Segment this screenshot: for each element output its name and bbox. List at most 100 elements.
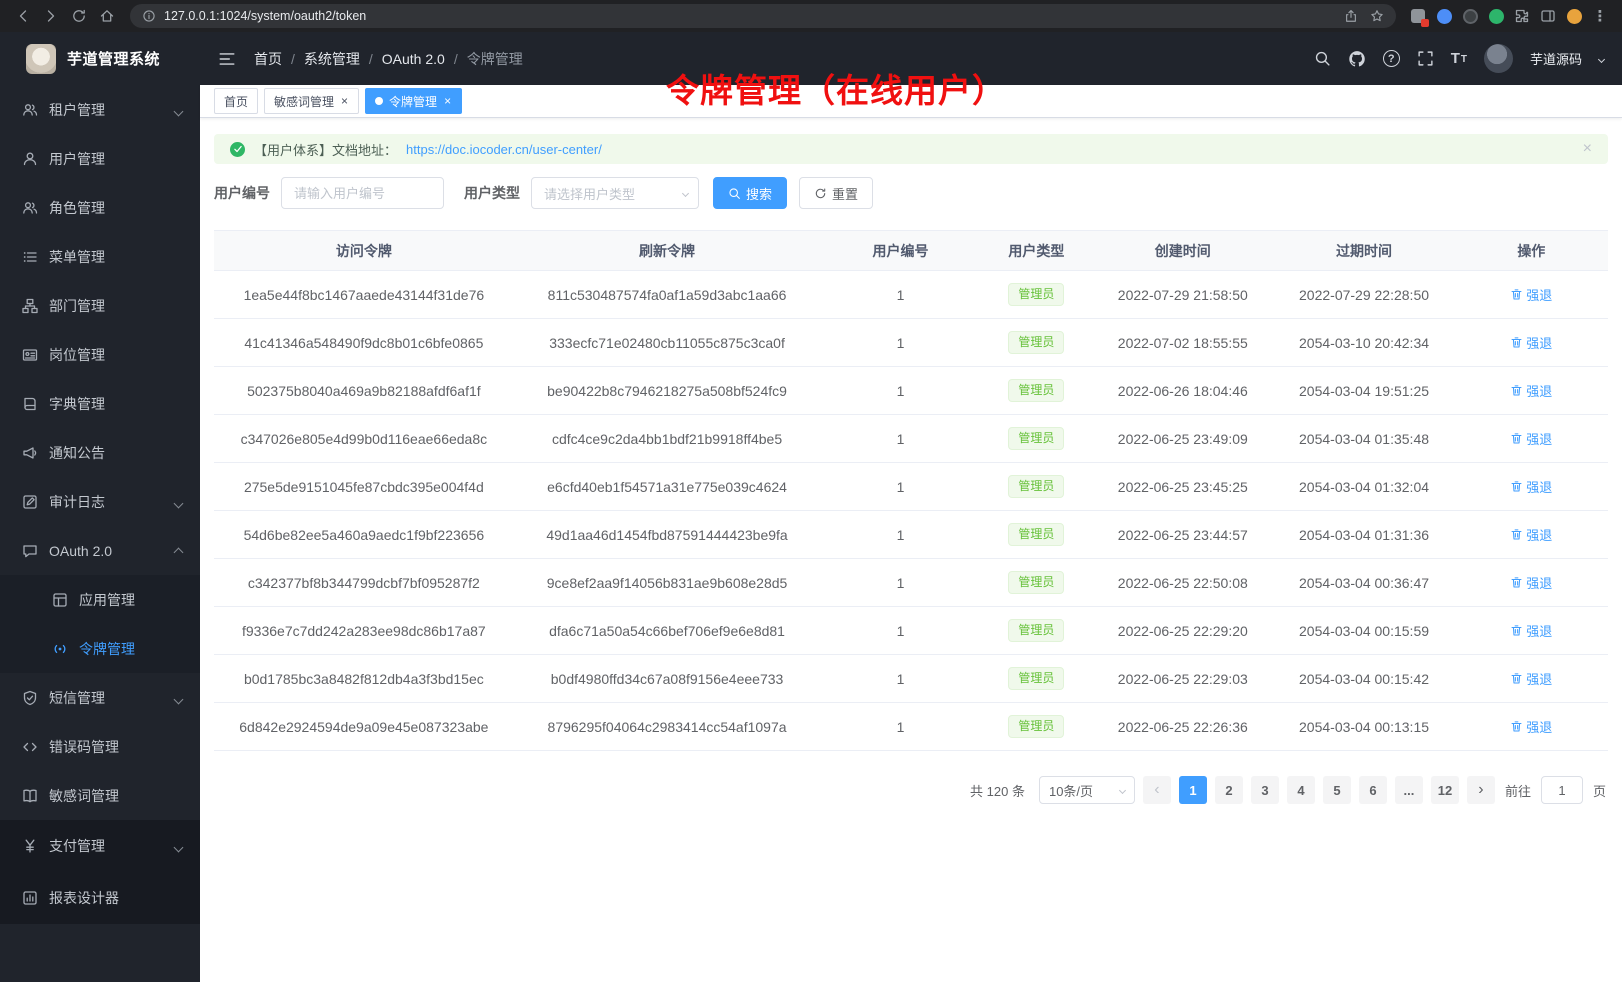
sidebar-item-oauth[interactable]: OAuth 2.0 <box>0 526 200 575</box>
page-ellipsis[interactable]: ... <box>1395 776 1423 804</box>
sidebar-item-app-management[interactable]: 应用管理 <box>0 575 200 624</box>
page-button-12[interactable]: 12 <box>1431 776 1459 804</box>
close-icon[interactable]: × <box>1583 141 1592 157</box>
breadcrumb-system[interactable]: 系统管理 <box>304 49 360 69</box>
search-button[interactable]: 搜索 <box>713 177 787 209</box>
page-button-4[interactable]: 4 <box>1287 776 1315 804</box>
doc-link[interactable]: https://doc.iocoder.cn/user-center/ <box>406 142 602 157</box>
tab-home[interactable]: 首页 <box>214 88 258 114</box>
report-icon <box>22 890 38 906</box>
table-row: b0d1785bc3a8482f812db4a3f3bd15ec b0df498… <box>214 655 1608 703</box>
sidebar-item-report-designer[interactable]: 报表设计器 <box>0 872 200 924</box>
github-icon[interactable] <box>1348 50 1366 68</box>
force-logout-button[interactable]: 强退 <box>1510 285 1552 304</box>
payment-icon <box>22 838 38 854</box>
back-button[interactable] <box>10 3 36 29</box>
page-button-6[interactable]: 6 <box>1359 776 1387 804</box>
user-type-badge: 管理员 <box>1008 427 1064 451</box>
force-logout-button[interactable]: 强退 <box>1510 525 1552 544</box>
tab-sensitive-word[interactable]: 敏感词管理× <box>264 88 359 114</box>
browser-menu-icon[interactable]: ⋮ <box>1588 4 1612 28</box>
page-button-5[interactable]: 5 <box>1323 776 1351 804</box>
sms-icon <box>22 690 38 706</box>
page-button-2[interactable]: 2 <box>1215 776 1243 804</box>
extension-icon-1[interactable] <box>1406 4 1430 28</box>
chevron-down-icon <box>682 189 689 196</box>
force-logout-button[interactable]: 强退 <box>1510 333 1552 352</box>
tab-token-management[interactable]: 令牌管理× <box>365 88 462 114</box>
site-info-icon[interactable] <box>142 9 156 23</box>
user-type-select[interactable]: 请选择用户类型 <box>531 177 699 209</box>
sidebar-item-notice[interactable]: 通知公告 <box>0 428 200 477</box>
user-id-input[interactable] <box>281 177 444 209</box>
breadcrumb-oauth[interactable]: OAuth 2.0 <box>382 51 445 67</box>
refresh-button[interactable] <box>66 3 92 29</box>
sidebar-item-dept[interactable]: 部门管理 <box>0 281 200 330</box>
extension-badge <box>1421 19 1429 27</box>
user-avatar[interactable] <box>1484 44 1513 73</box>
close-icon[interactable]: × <box>340 95 349 107</box>
user-name[interactable]: 芋道源码 <box>1530 49 1582 68</box>
extension-icon-4[interactable] <box>1484 4 1508 28</box>
force-logout-button[interactable]: 强退 <box>1510 381 1552 400</box>
trash-icon <box>1510 624 1523 637</box>
force-logout-button[interactable]: 强退 <box>1510 477 1552 496</box>
sidebar-item-payment[interactable]: 支付管理 <box>0 820 200 872</box>
bookmark-star-icon[interactable] <box>1370 9 1384 23</box>
sidebar-item-error-code[interactable]: 错误码管理 <box>0 722 200 771</box>
force-logout-button[interactable]: 强退 <box>1510 429 1552 448</box>
audit-log-icon <box>22 494 38 510</box>
sidebar-item-role[interactable]: 角色管理 <box>0 183 200 232</box>
chevron-down-icon[interactable] <box>1598 55 1605 62</box>
sidebar-item-user[interactable]: 用户管理 <box>0 134 200 183</box>
trash-icon <box>1510 576 1523 589</box>
address-bar[interactable]: 127.0.0.1:1024/system/oauth2/token <box>130 4 1396 28</box>
close-icon[interactable]: × <box>443 95 452 107</box>
forward-button[interactable] <box>38 3 64 29</box>
info-banner: 【用户体系】文档地址： https://doc.iocoder.cn/user-… <box>214 134 1608 164</box>
force-logout-button[interactable]: 强退 <box>1510 573 1552 592</box>
extensions-puzzle-icon[interactable] <box>1510 4 1534 28</box>
app-logo[interactable]: 芋道管理系统 <box>0 32 200 85</box>
sidebar-item-sms[interactable]: 短信管理 <box>0 673 200 722</box>
force-logout-button[interactable]: 强退 <box>1510 621 1552 640</box>
sidebar-item-menu[interactable]: 菜单管理 <box>0 232 200 281</box>
force-logout-button[interactable]: 强退 <box>1510 717 1552 736</box>
breadcrumb-home[interactable]: 首页 <box>254 49 282 69</box>
sidebar-toggle-icon[interactable] <box>218 50 236 68</box>
next-page-button[interactable]: › <box>1467 776 1495 804</box>
extension-icon-3[interactable] <box>1458 4 1482 28</box>
home-button[interactable] <box>94 3 120 29</box>
share-icon[interactable] <box>1344 9 1358 23</box>
breadcrumb-current: 令牌管理 <box>467 49 523 69</box>
sidebar-item-audit-log[interactable]: 审计日志 <box>0 477 200 526</box>
fullscreen-icon[interactable] <box>1417 50 1434 67</box>
table-header-row: 访问令牌 刷新令牌 用户编号 用户类型 创建时间 过期时间 操作 <box>214 231 1608 271</box>
page-button-1[interactable]: 1 <box>1179 776 1207 804</box>
goto-page-input[interactable] <box>1541 776 1583 804</box>
extension-icon-2[interactable] <box>1432 4 1456 28</box>
browser-profile-avatar[interactable] <box>1562 4 1586 28</box>
page-button-3[interactable]: 3 <box>1251 776 1279 804</box>
sidebar-item-post[interactable]: 岗位管理 <box>0 330 200 379</box>
help-icon[interactable]: ? <box>1383 50 1400 67</box>
table-row: 275e5de9151045fe87cbdc395e004f4d e6cfd40… <box>214 463 1608 511</box>
force-logout-button[interactable]: 强退 <box>1510 669 1552 688</box>
tenant-icon <box>22 102 38 118</box>
table-row: 1ea5e44f8bc1467aaede43144f31de76 811c530… <box>214 271 1608 319</box>
font-size-icon[interactable]: TT <box>1451 51 1467 66</box>
goto-label: 前往 <box>1505 781 1531 800</box>
sidebar-menu: 租户管理 用户管理 角色管理 菜单管理 部门管理 <box>0 85 200 982</box>
prev-page-button[interactable]: ‹ <box>1143 776 1171 804</box>
reset-button[interactable]: 重置 <box>799 177 873 209</box>
sidebar-item-tenant[interactable]: 租户管理 <box>0 85 200 134</box>
side-panel-icon[interactable] <box>1536 4 1560 28</box>
trash-icon <box>1510 432 1523 445</box>
total-count: 共 120 条 <box>970 781 1025 800</box>
sidebar-item-sensitive-word[interactable]: 敏感词管理 <box>0 771 200 820</box>
search-icon[interactable] <box>1314 50 1331 67</box>
oauth-icon <box>22 543 38 559</box>
sidebar-item-token-management[interactable]: 令牌管理 <box>0 624 200 673</box>
page-size-select[interactable]: 10条/页 <box>1039 776 1135 804</box>
sidebar-item-dict[interactable]: 字典管理 <box>0 379 200 428</box>
